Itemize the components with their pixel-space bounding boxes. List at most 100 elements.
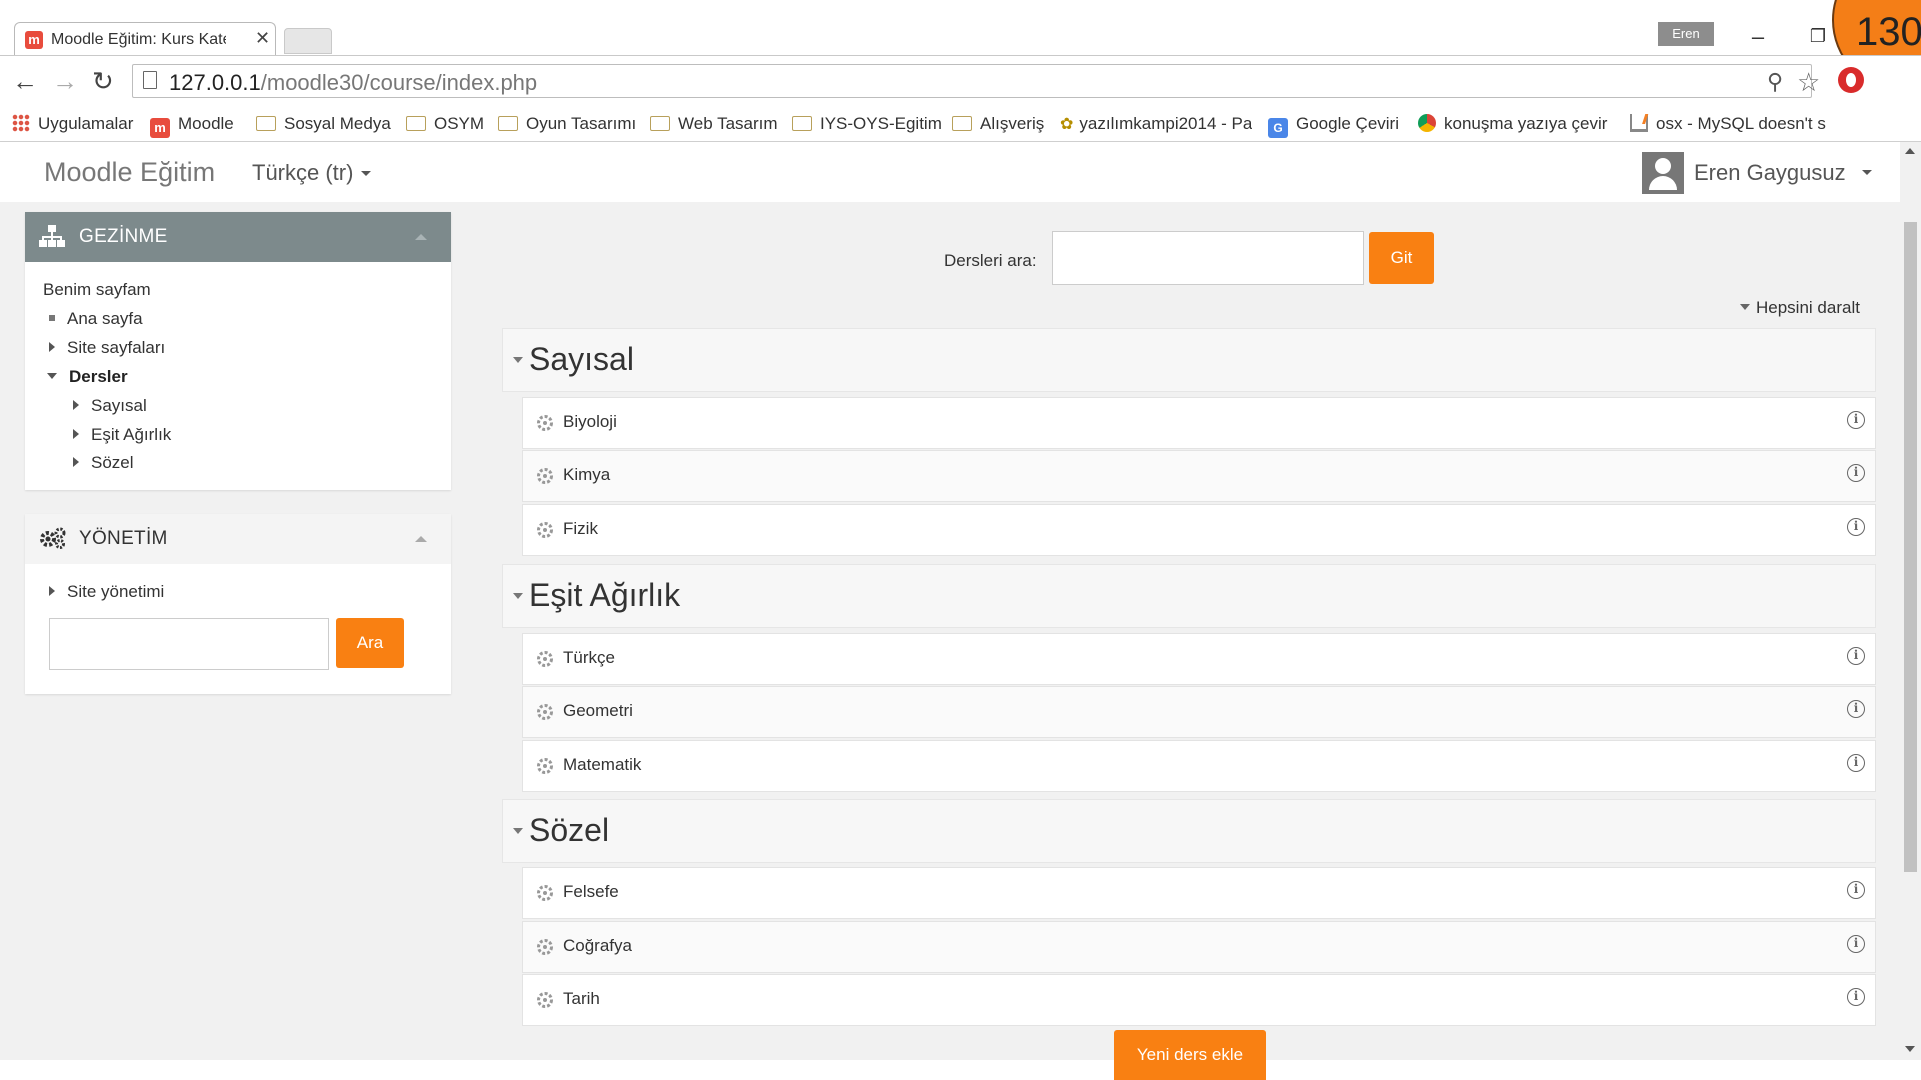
collapse-all-label: Hepsini daralt bbox=[1756, 298, 1860, 317]
nav-esit-agirlik[interactable]: Eşit Ağırlık bbox=[73, 425, 171, 445]
collapse-caret-icon[interactable] bbox=[415, 234, 427, 240]
bookmark-web-tasarim[interactable]: Web Tasarım bbox=[650, 114, 778, 134]
close-tab-icon[interactable]: ✕ bbox=[255, 28, 270, 49]
new-tab-button[interactable] bbox=[284, 28, 332, 54]
administration-block-header[interactable]: YÖNETİM bbox=[25, 514, 451, 564]
bookmark-label: Web Tasarım bbox=[678, 114, 778, 133]
back-arrow-icon[interactable]: ← bbox=[12, 66, 38, 97]
folder-icon bbox=[256, 116, 276, 131]
nav-benim-sayfam[interactable]: Benim sayfam bbox=[43, 280, 151, 300]
bookmark-star-icon[interactable]: ☆ bbox=[1797, 67, 1820, 98]
user-name: Eren Gaygusuz bbox=[1694, 160, 1846, 185]
stackoverflow-icon bbox=[1630, 114, 1648, 132]
course-row-turkce[interactable]: Türkçe i bbox=[522, 633, 1876, 685]
address-bar[interactable]: 127.0.0.1/moodle30/course/index.php ⚲ ☆ bbox=[132, 64, 1820, 98]
add-new-course-button[interactable]: Yeni ders ekle bbox=[1114, 1030, 1266, 1080]
admin-site-yonetimi[interactable]: Site yönetimi bbox=[49, 582, 164, 602]
course-row-cografya[interactable]: Coğrafya i bbox=[522, 921, 1876, 973]
restore-icon[interactable]: ❐ bbox=[1808, 26, 1828, 47]
opera-extension-icon[interactable] bbox=[1838, 67, 1864, 93]
category-header-esit-agirlik[interactable]: Eşit Ağırlık bbox=[502, 564, 1876, 628]
nav-item-label: Sayısal bbox=[91, 396, 147, 415]
nav-sayisal[interactable]: Sayısal bbox=[73, 396, 147, 416]
bookmark-alisveris[interactable]: Alışveriş bbox=[952, 114, 1044, 134]
course-icon bbox=[537, 704, 553, 720]
caret-down-icon bbox=[1862, 170, 1872, 175]
info-icon[interactable]: i bbox=[1847, 518, 1865, 536]
language-menu[interactable]: Türkçe (tr) bbox=[252, 160, 372, 186]
info-icon[interactable]: i bbox=[1847, 700, 1865, 718]
google-translate-icon: G bbox=[1268, 118, 1288, 138]
bookmark-label: OSYM bbox=[434, 114, 485, 133]
moodle-icon: m bbox=[150, 118, 170, 138]
chrome-icon bbox=[1418, 114, 1436, 132]
course-search-button[interactable]: Git bbox=[1369, 232, 1434, 284]
scrollbar-thumb[interactable] bbox=[1904, 222, 1917, 872]
info-icon[interactable]: i bbox=[1847, 411, 1865, 429]
nav-dersler[interactable]: Dersler bbox=[47, 367, 128, 387]
admin-search-input[interactable] bbox=[49, 618, 329, 670]
course-name: Felsefe bbox=[563, 882, 619, 901]
bookmark-iys-oys[interactable]: IYS-OYS-Egitim bbox=[792, 114, 942, 134]
url-text: 127.0.0.1/moodle30/course/index.php bbox=[169, 70, 537, 96]
bookmark-label: osx - MySQL doesn't s bbox=[1656, 114, 1826, 133]
minimize-icon[interactable]: – bbox=[1748, 24, 1768, 50]
browser-tab[interactable]: m Moodle Eğitim: Kurs Kateg ✕ bbox=[14, 22, 276, 55]
info-icon[interactable]: i bbox=[1847, 464, 1865, 482]
forward-arrow-icon[interactable]: → bbox=[52, 66, 78, 97]
category-header-sayisal[interactable]: Sayısal bbox=[502, 328, 1876, 392]
category-header-sozel[interactable]: Sözel bbox=[502, 799, 1876, 863]
bookmark-label: konuşma yazıya çevir bbox=[1444, 114, 1608, 133]
category-title: Sayısal bbox=[529, 341, 634, 377]
course-icon bbox=[537, 522, 553, 538]
course-row-tarih[interactable]: Tarih i bbox=[522, 974, 1876, 1026]
bookmark-konusma[interactable]: konuşma yazıya çevir bbox=[1418, 114, 1608, 134]
reload-icon[interactable]: ↻ bbox=[92, 66, 114, 97]
collapse-arrow-icon bbox=[1740, 304, 1750, 310]
course-row-felsefe[interactable]: Felsefe i bbox=[522, 867, 1876, 919]
bullet-icon bbox=[49, 315, 55, 321]
nav-ana-sayfa[interactable]: Ana sayfa bbox=[49, 309, 143, 329]
collapse-caret-icon[interactable] bbox=[415, 536, 427, 542]
nav-site-sayfalari[interactable]: Site sayfaları bbox=[49, 338, 165, 358]
nav-sozel[interactable]: Sözel bbox=[73, 453, 134, 473]
info-icon[interactable]: i bbox=[1847, 881, 1865, 899]
cat-icon: ✿ bbox=[1060, 116, 1074, 133]
course-icon bbox=[537, 885, 553, 901]
bookmark-google-ceviri[interactable]: G Google Çeviri bbox=[1268, 114, 1399, 138]
bookmark-label: Moodle bbox=[178, 114, 234, 133]
bookmark-apps[interactable]: Uygulamalar bbox=[12, 114, 133, 134]
site-brand[interactable]: Moodle Eğitim bbox=[44, 157, 215, 188]
course-search-input[interactable] bbox=[1052, 231, 1364, 285]
course-icon bbox=[537, 415, 553, 431]
expand-arrow-icon bbox=[73, 429, 79, 439]
page-scrollbar[interactable] bbox=[1900, 142, 1921, 1060]
info-icon[interactable]: i bbox=[1847, 935, 1865, 953]
course-row-geometri[interactable]: Geometri i bbox=[522, 686, 1876, 738]
info-icon[interactable]: i bbox=[1847, 754, 1865, 772]
course-row-biyoloji[interactable]: Biyoloji i bbox=[522, 397, 1876, 449]
collapse-all-link[interactable]: Hepsini daralt bbox=[1740, 298, 1860, 318]
profile-badge[interactable]: Eren bbox=[1658, 22, 1714, 46]
info-icon[interactable]: i bbox=[1847, 988, 1865, 1006]
course-search-label: Dersleri ara: bbox=[944, 251, 1037, 270]
course-row-fizik[interactable]: Fizik i bbox=[522, 504, 1876, 556]
course-name: Matematik bbox=[563, 755, 642, 774]
tab-title: Moodle Eğitim: Kurs Kateg bbox=[51, 31, 226, 48]
scroll-down-arrow-icon[interactable] bbox=[1905, 1046, 1915, 1052]
bookmark-oyun-tasarimi[interactable]: Oyun Tasarımı bbox=[498, 114, 636, 134]
zoom-icon[interactable]: ⚲ bbox=[1767, 69, 1783, 95]
bookmark-yazilimkampi[interactable]: ✿ yazılımkampi2014 - Pa bbox=[1060, 114, 1252, 134]
bookmark-moodle[interactable]: m Moodle bbox=[150, 114, 234, 138]
course-row-kimya[interactable]: Kimya i bbox=[522, 450, 1876, 502]
scroll-up-arrow-icon[interactable] bbox=[1905, 148, 1915, 154]
bookmark-osx-mysql[interactable]: osx - MySQL doesn't s bbox=[1630, 114, 1850, 134]
moodle-favicon-icon: m bbox=[25, 31, 43, 49]
info-icon[interactable]: i bbox=[1847, 647, 1865, 665]
bookmark-osym[interactable]: OSYM bbox=[406, 114, 484, 134]
nav-item-label: Eşit Ağırlık bbox=[91, 425, 172, 444]
course-row-matematik[interactable]: Matematik i bbox=[522, 740, 1876, 792]
admin-search-button[interactable]: Ara bbox=[336, 618, 404, 668]
bookmark-sosyal-medya[interactable]: Sosyal Medya bbox=[256, 114, 391, 134]
navigation-block-header[interactable]: GEZİNME bbox=[25, 212, 451, 262]
